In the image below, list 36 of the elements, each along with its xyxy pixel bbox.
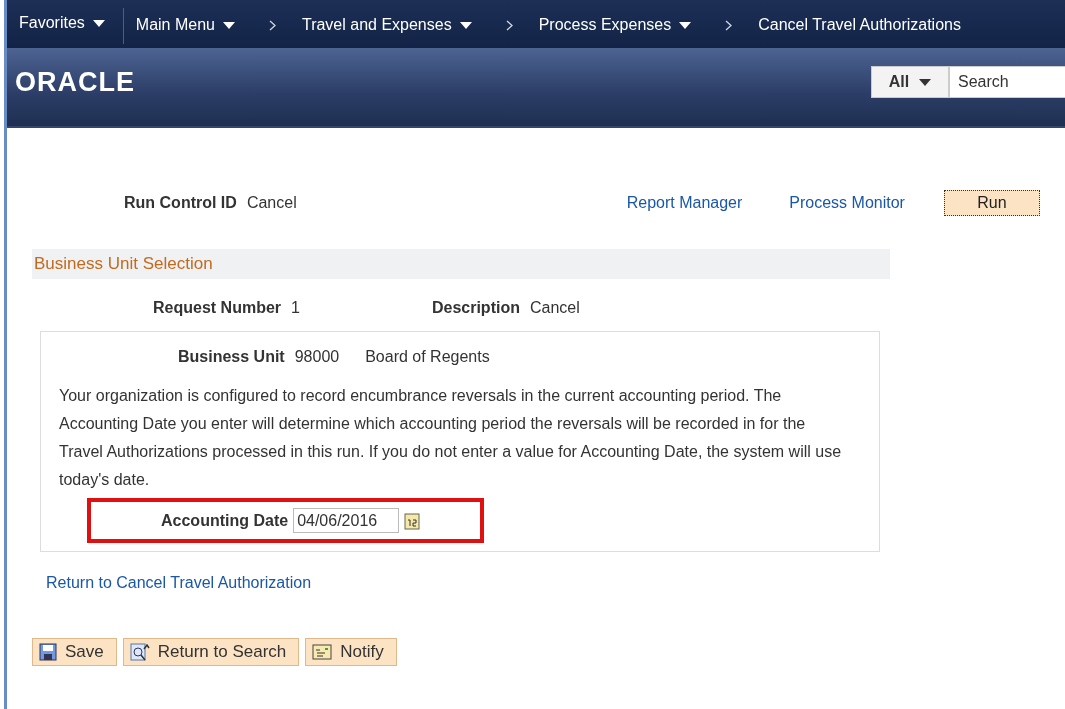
- link[interactable]: Process Monitor: [789, 194, 905, 212]
- field-label: Description: [431, 299, 520, 317]
- return-link[interactable]: Return to Cancel Travel Authorization: [46, 574, 1065, 592]
- field-value: 1: [291, 299, 300, 317]
- field-value: Cancel: [529, 299, 580, 317]
- section-header: Business Unit Selection: [32, 249, 890, 279]
- search-field[interactable]: Search: [949, 66, 1065, 98]
- search-scope-dropdown[interactable]: All: [871, 66, 949, 98]
- logo: ORACLE: [14, 66, 135, 98]
- field-value: Board of Regents: [365, 348, 490, 366]
- field-label: Business Unit: [178, 348, 285, 366]
- dropdown-caret-icon: [919, 78, 932, 86]
- breadcrumb-link[interactable]: Process Expenses: [538, 16, 672, 34]
- dropdown-caret-icon: [222, 21, 235, 29]
- breadcrumb-link[interactable]: Main Menu: [135, 16, 215, 34]
- field-label: Run Control ID: [124, 194, 237, 212]
- dropdown-caret-icon: [92, 19, 105, 27]
- magnifier-icon: [129, 643, 150, 661]
- note-icon: [312, 644, 333, 660]
- run-button[interactable]: Run: [943, 190, 1040, 216]
- calendar-icon[interactable]: [404, 511, 421, 530]
- toolbar-button[interactable]: Notify: [305, 638, 397, 666]
- breadcrumb-link[interactable]: Travel and Expenses: [301, 16, 452, 34]
- toolbar-button[interactable]: Save: [32, 638, 117, 666]
- field-label: Request Number: [153, 299, 282, 317]
- dropdown-caret-icon: [459, 21, 472, 29]
- breadcrumb-link[interactable]: Favorites: [19, 14, 85, 32]
- field-label: Accounting Date: [161, 511, 289, 530]
- date-field[interactable]: 04/06/2016: [293, 508, 400, 533]
- field-value: Cancel: [246, 194, 297, 212]
- link[interactable]: Report Manager: [626, 194, 743, 212]
- breadcrumb-link[interactable]: Cancel Travel Authorizations: [758, 16, 961, 34]
- field-value: 98000: [294, 348, 340, 366]
- toolbar-button[interactable]: Return to Search: [122, 638, 300, 666]
- info-paragraph: Your organization is configured to record encumbrance reversals in the current accounting period. The Accounting Date you enter will determine which accounting period the reversals will be recorded in for the Travel Authorizations processed in this run. If you do not enter a value for Accounting Date, the system will use today's date.: [59, 386, 843, 490]
- dropdown-caret-icon: [679, 21, 692, 29]
